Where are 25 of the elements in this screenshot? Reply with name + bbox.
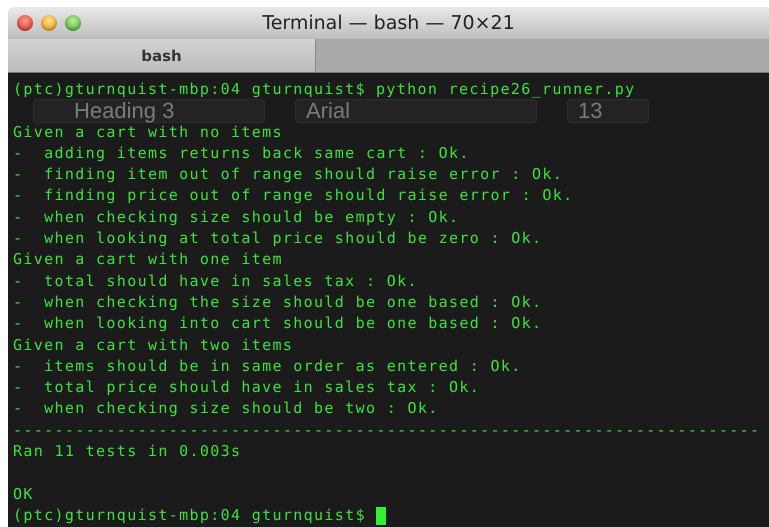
output-line: ------------------------------------------------------------------------ [13, 420, 760, 441]
shell-prompt: (ptc)gturnquist-mbp:04 gturnquist$ [13, 79, 366, 100]
output-line: - finding item out of range should raise error : Ok. [13, 164, 564, 186]
window-title: Terminal — bash — 70×21 [261, 12, 516, 34]
zoom-button[interactable] [65, 15, 81, 31]
output-line: - finding price out of range should raise error : Ok. [13, 185, 574, 206]
output-line: Given a cart with two items [13, 334, 294, 356]
minimize-button[interactable] [41, 15, 57, 31]
output-line: Given a cart with no items [13, 122, 283, 143]
shell-prompt: (ptc)gturnquist-mbp:04 gturnquist$ [13, 504, 366, 526]
output-line: - when checking size should be empty : Ok. [13, 206, 460, 228]
output-line: OK [13, 484, 34, 505]
output-line: - when looking at total price should be zero : Ok. [13, 228, 542, 250]
output-line: - when checking the size should be one based : Ok. [13, 292, 542, 313]
terminal-tab[interactable]: bash [8, 39, 316, 72]
output-line: - when looking into cart should be one based : Ok. [13, 313, 542, 334]
command-text: python recipe26_runner.py [376, 79, 636, 100]
output-line: Ran 11 tests in 0.003s [13, 441, 242, 462]
output-line: - total should have in sales tax : Ok. [13, 270, 418, 292]
output-line: - items should be in same order as entered : Ok. [13, 356, 522, 377]
close-button[interactable] [17, 15, 33, 31]
output-line: Given a cart with one item [13, 249, 283, 270]
output-line: - when checking size should be two : Ok. [13, 398, 439, 420]
output-line: - adding items returns back same cart : Ok. [13, 142, 470, 164]
output-line: - total price should have in sales tax : Ok. [13, 377, 480, 398]
